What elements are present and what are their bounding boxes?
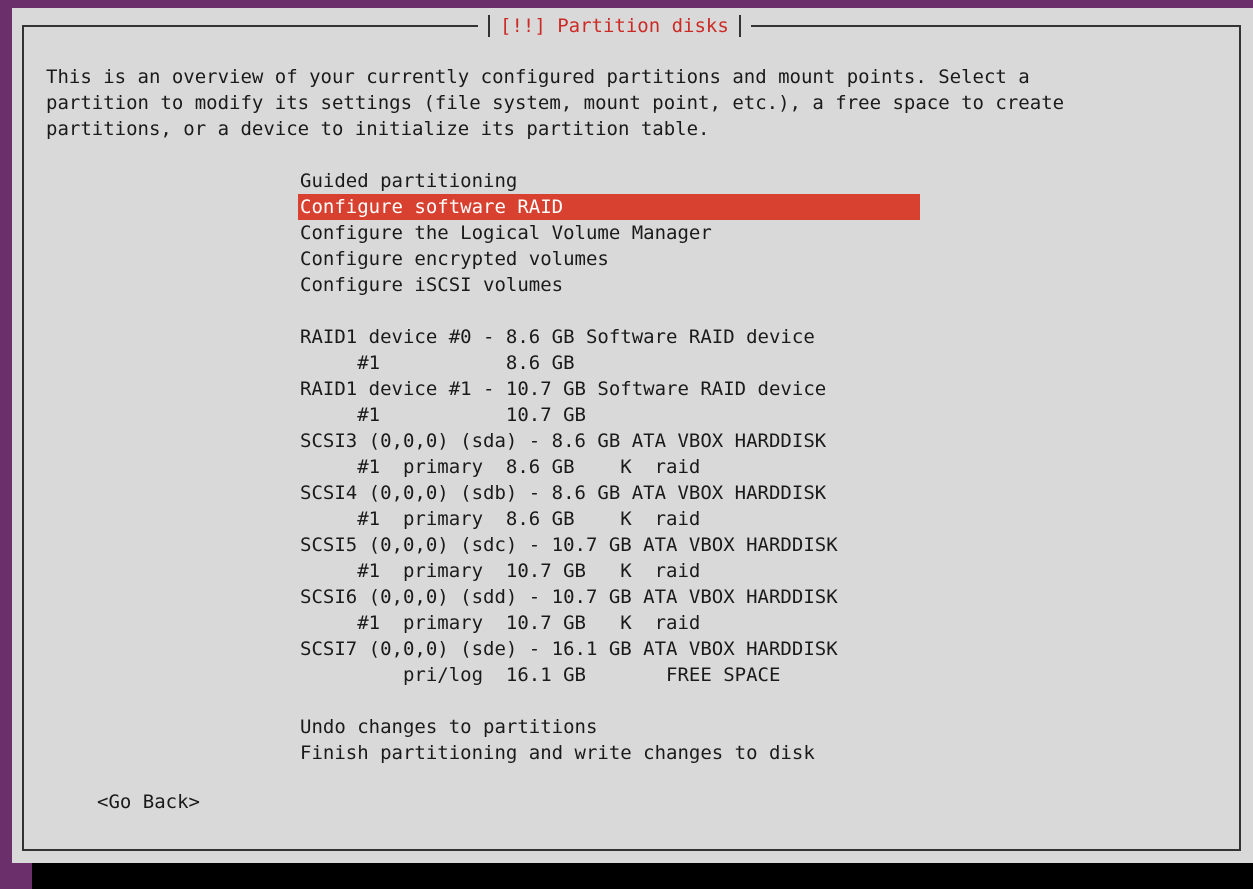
- dialog-shadow: [32, 863, 1253, 889]
- device-raid1-0[interactable]: RAID1 device #0 - 8.6 GB Software RAID d…: [298, 324, 920, 350]
- partition-sda-1[interactable]: #1 primary 8.6 GB K raid: [298, 454, 920, 480]
- device-sdb[interactable]: SCSI4 (0,0,0) (sdb) - 8.6 GB ATA VBOX HA…: [298, 480, 920, 506]
- partition-sdc-1[interactable]: #1 primary 10.7 GB K raid: [298, 558, 920, 584]
- menu-item-configure-lvm[interactable]: Configure the Logical Volume Manager: [298, 220, 920, 246]
- intro-text: This is an overview of your currently co…: [46, 66, 1065, 140]
- go-back-button[interactable]: <Go Back>: [97, 789, 200, 815]
- dialog-title: [!!] Partition disks: [500, 15, 729, 37]
- partition-sdb-1[interactable]: #1 primary 8.6 GB K raid: [298, 506, 920, 532]
- partition-sdd-1[interactable]: #1 primary 10.7 GB K raid: [298, 610, 920, 636]
- dialog-title-bar: [!!] Partition disks: [478, 12, 751, 40]
- menu-item-configure-software-raid[interactable]: Configure software RAID: [298, 194, 920, 220]
- device-sdd[interactable]: SCSI6 (0,0,0) (sdd) - 10.7 GB ATA VBOX H…: [298, 584, 920, 610]
- device-sda[interactable]: SCSI3 (0,0,0) (sda) - 8.6 GB ATA VBOX HA…: [298, 428, 920, 454]
- menu-item-finish-partitioning[interactable]: Finish partitioning and write changes to…: [298, 740, 920, 766]
- menu-item-guided-partitioning[interactable]: Guided partitioning: [298, 168, 920, 194]
- menu-spacer: [298, 298, 920, 324]
- partition-raid1-1-1[interactable]: #1 10.7 GB: [298, 402, 920, 428]
- menu-item-undo-changes[interactable]: Undo changes to partitions: [298, 714, 920, 740]
- menu-spacer: [298, 688, 920, 714]
- partition-raid1-0-1[interactable]: #1 8.6 GB: [298, 350, 920, 376]
- device-sde[interactable]: SCSI7 (0,0,0) (sde) - 16.1 GB ATA VBOX H…: [298, 636, 920, 662]
- free-space-sde[interactable]: pri/log 16.1 GB FREE SPACE: [298, 662, 920, 688]
- menu-item-configure-encrypted-volumes[interactable]: Configure encrypted volumes: [298, 246, 920, 272]
- title-right-bracket: [738, 15, 741, 37]
- menu-item-configure-iscsi-volumes[interactable]: Configure iSCSI volumes: [298, 272, 920, 298]
- device-raid1-1[interactable]: RAID1 device #1 - 10.7 GB Software RAID …: [298, 376, 920, 402]
- partition-menu: Guided partitioning Configure software R…: [298, 168, 920, 766]
- device-sdc[interactable]: SCSI5 (0,0,0) (sdc) - 10.7 GB ATA VBOX H…: [298, 532, 920, 558]
